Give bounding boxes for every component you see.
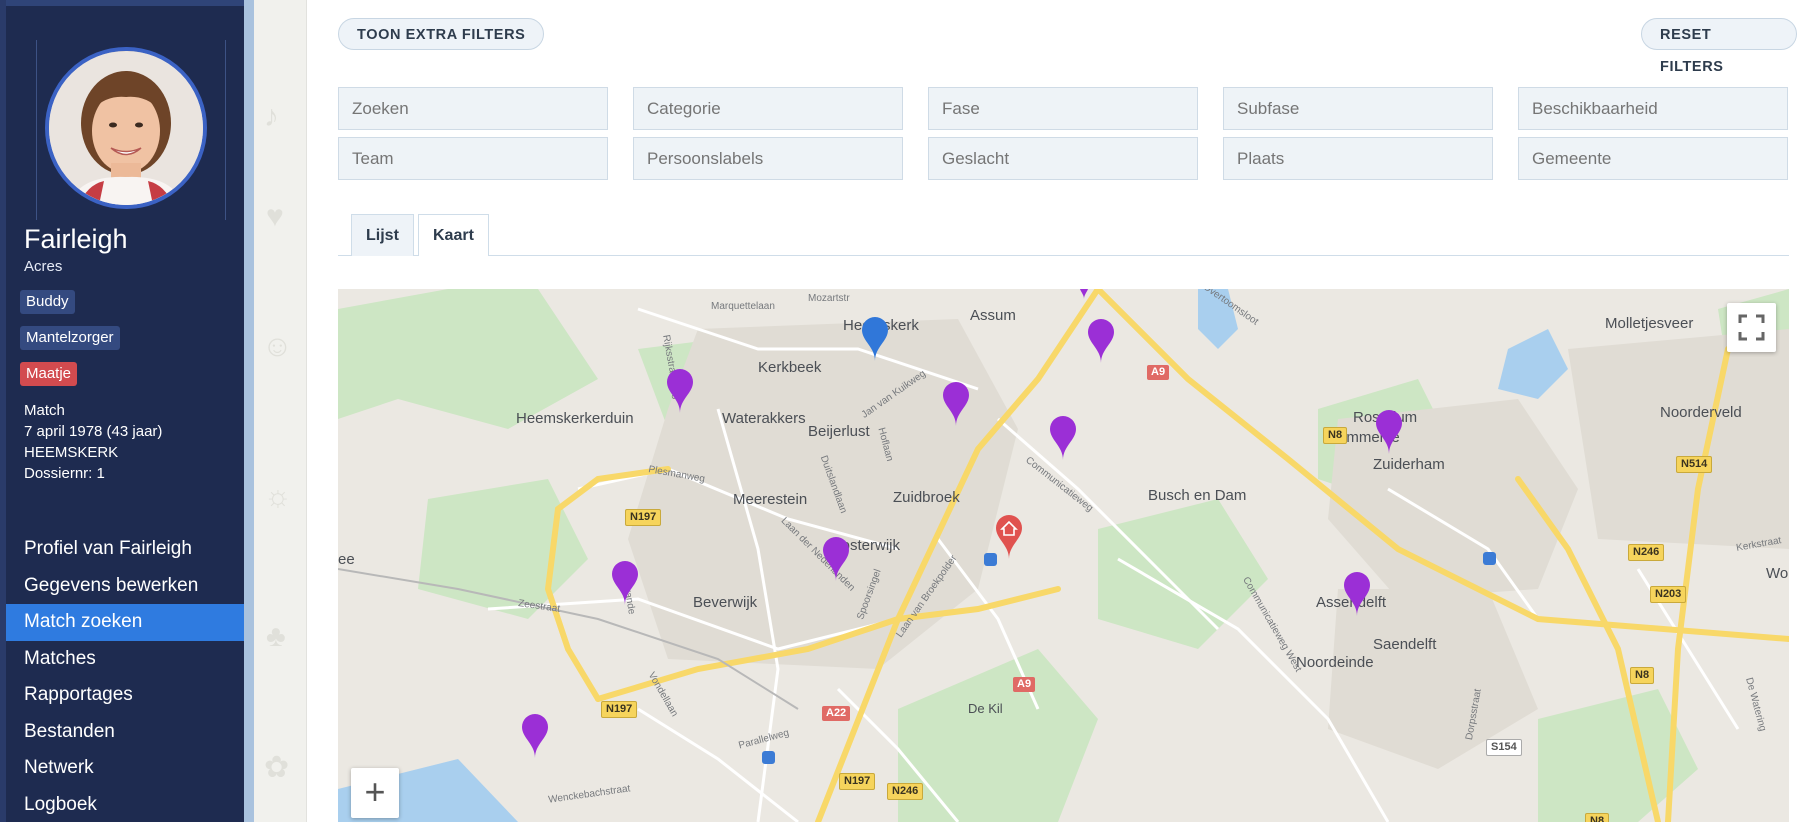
nav-edit-details[interactable]: Gegevens bewerken bbox=[6, 568, 244, 605]
nav-reports[interactable]: Rapportages bbox=[6, 677, 244, 714]
profile-status: Match bbox=[24, 402, 65, 419]
map-place-label: Waterakkers bbox=[722, 410, 806, 427]
filter-gender[interactable] bbox=[928, 137, 1198, 180]
map-marker-icon[interactable] bbox=[520, 714, 550, 758]
map-place-label: Saendelft bbox=[1373, 636, 1436, 653]
map-place-label: Meerestein bbox=[733, 491, 807, 508]
filter-availability[interactable] bbox=[1518, 87, 1788, 130]
map-marker-icon[interactable] bbox=[1086, 319, 1116, 363]
train-station-icon bbox=[1483, 552, 1496, 565]
road-badge: A9 bbox=[1147, 365, 1169, 380]
road-badge: N197 bbox=[839, 773, 875, 790]
sidebar-nav: Profiel van Fairleigh Gegevens bewerken … bbox=[6, 531, 244, 823]
filter-category[interactable] bbox=[633, 87, 903, 130]
reset-filters-button[interactable]: RESET FILTERS bbox=[1641, 18, 1797, 50]
map-marker-icon[interactable] bbox=[1048, 416, 1078, 460]
road-badge: A22 bbox=[822, 706, 850, 721]
map-place-label: Kerkbeek bbox=[758, 359, 821, 376]
map-place-label: ee bbox=[338, 551, 355, 568]
background-pattern: ♪ ♥ ☺ ☼ ♣ ✿ bbox=[254, 0, 307, 822]
map-marker-icon[interactable] bbox=[610, 561, 640, 605]
map-place-label: Zuidbroek bbox=[893, 489, 960, 506]
map-marker-icon[interactable] bbox=[1374, 410, 1404, 454]
road-badge: N514 bbox=[1676, 456, 1712, 473]
road-badge: N197 bbox=[601, 701, 637, 718]
filter-subphase[interactable] bbox=[1223, 87, 1493, 130]
road-badge: N203 bbox=[1650, 586, 1686, 603]
map-place-label: Zuiderham bbox=[1373, 456, 1445, 473]
map-marker-icon[interactable] bbox=[1342, 572, 1372, 616]
filter-place[interactable] bbox=[1223, 137, 1493, 180]
map-place-label: Noordeinde bbox=[1296, 654, 1374, 671]
tabs-underline bbox=[338, 255, 1789, 256]
sidebar-divider bbox=[244, 0, 254, 822]
road-badge: N8 bbox=[1323, 427, 1347, 444]
show-extra-filters-button[interactable]: TOON EXTRA FILTERS bbox=[338, 18, 544, 50]
nav-match-search[interactable]: Match zoeken bbox=[6, 604, 244, 641]
map-street-label: Marquettelaan bbox=[711, 301, 775, 312]
map-place-label: De Kil bbox=[968, 701, 1003, 716]
tab-list[interactable]: Lijst bbox=[351, 214, 414, 256]
nav-profile[interactable]: Profiel van Fairleigh bbox=[6, 531, 244, 568]
tab-map[interactable]: Kaart bbox=[418, 214, 489, 256]
filter-search[interactable] bbox=[338, 87, 608, 130]
profile-first-name: Fairleigh bbox=[24, 224, 128, 255]
map-marker-icon[interactable] bbox=[1069, 289, 1099, 299]
tag-mantelzorger: Mantelzorger bbox=[20, 326, 120, 350]
profile-city: HEEMSKERK bbox=[24, 444, 118, 461]
map[interactable]: Heemskerk Assum Molletjesveer Kerkbeek H… bbox=[338, 289, 1789, 822]
map-place-label: Worr bbox=[1766, 565, 1789, 582]
map-place-label: Busch en Dam bbox=[1148, 487, 1246, 504]
road-badge: S154 bbox=[1486, 739, 1522, 756]
profile-birthdate: 7 april 1978 (43 jaar) bbox=[24, 423, 162, 440]
map-street-label: Mozartstr bbox=[808, 293, 850, 304]
map-place-label: Beijerlust bbox=[808, 423, 870, 440]
home-marker-icon[interactable] bbox=[994, 515, 1024, 559]
tag-buddy: Buddy bbox=[20, 290, 75, 314]
tag-maatje: Maatje bbox=[20, 362, 77, 386]
road-badge: N8 bbox=[1585, 813, 1609, 822]
profile-last-name: Acres bbox=[24, 258, 62, 275]
nav-network[interactable]: Netwerk bbox=[6, 750, 244, 787]
nav-matches[interactable]: Matches bbox=[6, 641, 244, 678]
map-canvas bbox=[338, 289, 1789, 822]
fullscreen-icon bbox=[1727, 303, 1776, 352]
map-marker-blue-icon[interactable] bbox=[860, 317, 890, 361]
map-marker-icon[interactable] bbox=[821, 537, 851, 581]
map-marker-icon[interactable] bbox=[665, 369, 695, 413]
road-badge: N197 bbox=[625, 509, 661, 526]
filter-team[interactable] bbox=[338, 137, 608, 180]
filter-phase[interactable] bbox=[928, 87, 1198, 130]
road-badge: N8 bbox=[1630, 667, 1654, 684]
map-place-label: Beverwijk bbox=[693, 594, 757, 611]
map-place-label: Assum bbox=[970, 307, 1016, 324]
nav-logbook[interactable]: Logboek bbox=[6, 787, 244, 823]
road-badge: A9 bbox=[1013, 677, 1035, 692]
map-place-label: Molletjesveer bbox=[1605, 315, 1693, 332]
filter-municipality[interactable] bbox=[1518, 137, 1788, 180]
map-fullscreen-button[interactable] bbox=[1727, 303, 1776, 352]
map-marker-icon[interactable] bbox=[941, 382, 971, 426]
filter-person-labels[interactable] bbox=[633, 137, 903, 180]
road-badge: N246 bbox=[1628, 544, 1664, 561]
map-zoom-in-button[interactable]: + bbox=[351, 768, 399, 818]
nav-files[interactable]: Bestanden bbox=[6, 714, 244, 751]
train-station-icon bbox=[762, 751, 775, 764]
map-place-label: Noorderveld bbox=[1660, 404, 1742, 421]
map-place-label: Heemskerkerduin bbox=[516, 410, 634, 427]
road-badge: N246 bbox=[887, 783, 923, 800]
avatar bbox=[45, 47, 207, 209]
profile-dossier-number: Dossiernr: 1 bbox=[24, 465, 105, 482]
